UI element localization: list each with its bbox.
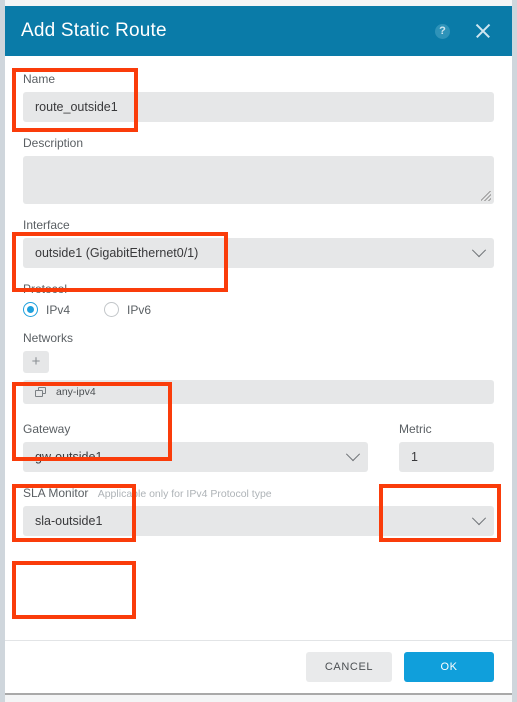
help-icon[interactable]: ? — [435, 23, 450, 39]
description-textarea[interactable] — [23, 156, 494, 204]
radio-selected-icon — [23, 302, 38, 317]
dialog-body: Name Description Interface outside1 (Gig… — [5, 56, 512, 642]
gateway-metric-row: Gateway gw-outside1 Metric — [23, 422, 494, 472]
networks-field-group: Networks + any-ipv4 — [23, 331, 494, 404]
gateway-selected-value: gw-outside1 — [35, 450, 103, 464]
radio-unselected-icon — [104, 302, 120, 317]
ok-button[interactable]: OK — [404, 652, 494, 682]
interface-field-group: Interface outside1 (GigabitEthernet0/1) — [23, 218, 494, 268]
chevron-down-icon — [471, 511, 487, 526]
resize-grip-icon[interactable] — [481, 191, 491, 201]
protocol-radio-ipv4-label: IPv4 — [46, 302, 71, 317]
description-label: Description — [23, 136, 84, 150]
cancel-button[interactable]: CANCEL — [306, 652, 392, 682]
page-root: Add Static Route ? Name Description — [0, 0, 517, 702]
add-static-route-dialog: Add Static Route ? Name Description — [5, 6, 512, 695]
sla-monitor-selected-value: sla-outside1 — [35, 514, 103, 528]
titlebar-actions: ? — [435, 22, 498, 40]
description-field-group: Description — [23, 136, 494, 204]
sla-monitor-label-text: SLA Monitor — [23, 486, 89, 500]
interface-label: Interface — [23, 218, 70, 232]
protocol-radio-group: IPv4 IPv6 — [23, 302, 494, 317]
window-right-edge — [512, 0, 517, 702]
dialog-titlebar: Add Static Route ? — [5, 6, 512, 56]
metric-label: Metric — [399, 422, 432, 436]
dialog-footer: CANCEL OK — [5, 640, 512, 693]
sla-monitor-field-group: SLA Monitor Applicable only for IPv4 Pro… — [23, 486, 494, 536]
close-icon[interactable] — [474, 22, 492, 40]
network-group-icon — [35, 386, 47, 398]
metric-field-group: Metric — [399, 422, 494, 472]
gateway-select[interactable]: gw-outside1 — [23, 442, 368, 472]
protocol-radio-ipv4[interactable]: IPv4 — [23, 302, 70, 317]
sla-monitor-hint: Applicable only for IPv4 Protocol type — [97, 488, 272, 500]
networks-label: Networks — [23, 331, 74, 345]
network-item-label: any-ipv4 — [56, 386, 96, 398]
name-field-group: Name — [23, 72, 494, 122]
chevron-down-icon — [345, 447, 361, 462]
protocol-radio-ipv6[interactable]: IPv6 — [104, 302, 151, 317]
add-network-button[interactable]: + — [23, 351, 49, 373]
protocol-label: Protocol — [23, 282, 68, 296]
interface-selected-value: outside1 (GigabitEthernet0/1) — [35, 246, 199, 260]
dialog-title: Add Static Route — [21, 20, 167, 41]
network-list-item[interactable]: any-ipv4 — [23, 380, 494, 404]
interface-select[interactable]: outside1 (GigabitEthernet0/1) — [23, 238, 494, 268]
chevron-down-icon — [471, 243, 487, 258]
name-label: Name — [23, 72, 56, 86]
metric-input[interactable] — [399, 442, 494, 472]
gateway-label: Gateway — [23, 422, 71, 436]
name-input[interactable] — [23, 92, 494, 122]
sla-monitor-select[interactable]: sla-outside1 — [23, 506, 494, 536]
gateway-field-group: Gateway gw-outside1 — [23, 422, 368, 472]
sla-monitor-label: SLA Monitor Applicable only for IPv4 Pro… — [23, 486, 494, 500]
protocol-field-group: Protocol IPv4 IPv6 — [23, 282, 494, 317]
protocol-radio-ipv6-label: IPv6 — [127, 302, 152, 317]
